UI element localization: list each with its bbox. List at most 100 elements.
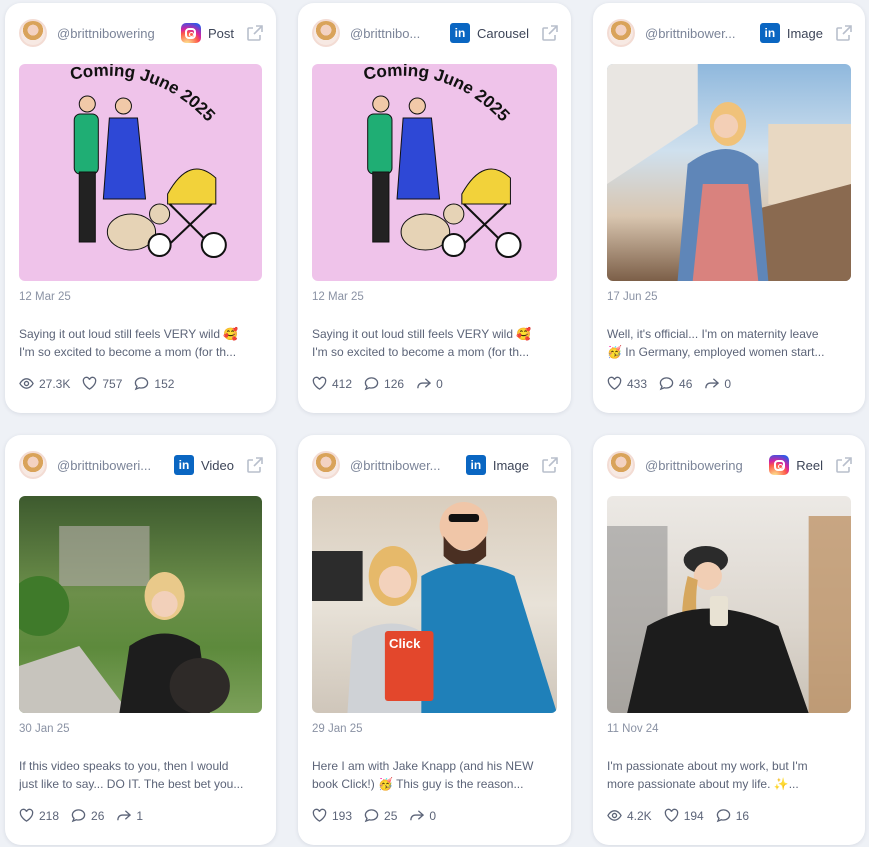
avatar <box>19 451 47 479</box>
post-stats: 193 25 0 <box>312 808 448 823</box>
post-date: 12 Mar 25 <box>19 291 71 303</box>
card-header: @brittniboweri... in Video <box>19 449 264 481</box>
heart-icon <box>607 376 622 390</box>
stat-value: 16 <box>735 808 750 823</box>
stat-value: 1 <box>136 808 144 823</box>
post-card[interactable]: @brittniboweri... in Video 30 Jan 25 If … <box>5 435 276 845</box>
external-link-icon[interactable] <box>835 456 853 474</box>
caption-line: book Click!) 🥳 This guy is the reason... <box>312 777 524 791</box>
external-link-icon[interactable] <box>541 24 559 42</box>
platform-badge: in Image <box>759 23 823 43</box>
comment-icon <box>364 377 379 391</box>
platform-badge: in Image <box>465 455 529 475</box>
heart-icon <box>312 808 327 822</box>
heart-icon <box>83 376 97 390</box>
post-media[interactable] <box>607 496 851 713</box>
account-handle: @brittnibowering <box>57 25 155 41</box>
comments-stat: 152 <box>134 376 174 391</box>
post-caption: Here I am with Jake Knapp (and his NEW b… <box>312 757 557 793</box>
linkedin-icon: in <box>449 23 470 43</box>
stat-value: 26 <box>91 808 105 823</box>
card-header: @brittnibower... in Image <box>607 17 853 49</box>
stat-value: 152 <box>154 376 175 391</box>
book-title: Click <box>389 636 421 651</box>
post-caption: Saying it out loud still feels VERY wild… <box>19 325 262 361</box>
external-link-icon[interactable] <box>541 456 559 474</box>
external-link-icon[interactable] <box>246 456 264 474</box>
views-stat: 27.3K <box>19 376 70 391</box>
comments-stat: 126 <box>364 376 404 391</box>
likes-stat: 194 <box>664 808 704 823</box>
external-link-icon[interactable] <box>835 24 853 42</box>
stat-value: 27.3K <box>39 376 71 391</box>
post-media[interactable]: Coming June 2025 <box>19 64 262 281</box>
share-icon <box>705 378 720 389</box>
account-handle: @brittnibower... <box>350 457 441 473</box>
share-icon <box>117 810 132 821</box>
card-header: @brittnibowering Post <box>19 17 264 49</box>
post-stats: 218 26 1 <box>19 808 155 823</box>
avatar <box>607 19 635 47</box>
post-stats: 4.2K 194 16 <box>607 808 761 823</box>
post-card[interactable]: @brittnibower... in Image Click 29 Jan 2… <box>298 435 571 845</box>
comments-stat: 46 <box>659 376 692 391</box>
stat-value: 757 <box>102 376 123 391</box>
stat-value: 25 <box>384 808 398 823</box>
views-stat: 4.2K <box>607 808 652 823</box>
account-handle: @brittniboweri... <box>57 457 152 473</box>
heart-icon <box>664 808 678 822</box>
post-caption: Saying it out loud still feels VERY wild… <box>312 325 557 361</box>
shares-stat: 0 <box>704 376 731 391</box>
instagram-icon <box>180 23 201 43</box>
platform-badge: in Video <box>173 455 234 475</box>
post-media[interactable]: Click <box>312 496 557 713</box>
linkedin-icon: in <box>173 455 194 475</box>
post-media[interactable] <box>19 496 262 713</box>
stat-value: 4.2K <box>627 808 652 823</box>
caption-line: I'm so excited to become a mom (for th..… <box>19 345 237 359</box>
eye-icon <box>607 810 622 821</box>
post-media[interactable]: Coming June 2025 <box>312 64 557 281</box>
comment-icon <box>364 809 379 823</box>
card-header: @brittnibower... in Image <box>312 449 559 481</box>
post-type-label: Post <box>207 25 234 41</box>
stat-value: 433 <box>627 376 648 391</box>
post-card[interactable]: @brittnibo... in Carousel Coming June 20… <box>298 3 571 413</box>
caption-line: just like to say... DO IT. The best bet … <box>19 777 244 791</box>
platform-badge: Post <box>180 23 234 43</box>
comments-stat: 16 <box>716 808 749 823</box>
comment-icon <box>71 809 86 823</box>
likes-stat: 757 <box>82 376 122 391</box>
post-stats: 412 126 0 <box>312 376 455 391</box>
post-card[interactable]: @brittnibower... in Image 17 Jun 25 Well… <box>593 3 865 413</box>
caption-line: I'm so excited to become a mom (for th..… <box>312 345 530 359</box>
stat-value: 218 <box>39 808 60 823</box>
post-card[interactable]: @brittnibowering Post Coming June 2025 1… <box>5 3 276 413</box>
shares-stat: 1 <box>116 808 143 823</box>
comments-stat: 26 <box>71 808 104 823</box>
external-link-icon[interactable] <box>246 24 264 42</box>
platform-badge: Reel <box>769 455 823 475</box>
post-date: 29 Jan 25 <box>312 723 363 735</box>
likes-stat: 433 <box>607 376 647 391</box>
account-handle: @brittnibower... <box>645 25 736 41</box>
post-grid: @brittnibowering Post Coming June 2025 1… <box>5 3 865 845</box>
post-media[interactable] <box>607 64 851 281</box>
card-header: @brittnibo... in Carousel <box>312 17 559 49</box>
post-type-label: Video <box>200 457 234 473</box>
stat-value: 193 <box>332 808 353 823</box>
heart-icon <box>19 808 34 822</box>
avatar <box>312 451 340 479</box>
post-caption: Well, it's official... I'm on maternity … <box>607 325 851 361</box>
likes-stat: 218 <box>19 808 59 823</box>
shares-stat: 0 <box>416 376 443 391</box>
post-stats: 27.3K 757 152 <box>19 376 186 391</box>
post-stats: 433 46 0 <box>607 376 743 391</box>
post-card[interactable]: @brittnibowering Reel 11 Nov 24 I'm pass… <box>593 435 865 845</box>
caption-line: I'm passionate about my work, but I'm <box>607 759 808 773</box>
comment-icon <box>135 377 149 391</box>
post-caption: I'm passionate about my work, but I'm mo… <box>607 757 851 793</box>
stat-value: 126 <box>384 376 405 391</box>
heart-icon <box>312 376 327 390</box>
post-date: 30 Jan 25 <box>19 723 70 735</box>
